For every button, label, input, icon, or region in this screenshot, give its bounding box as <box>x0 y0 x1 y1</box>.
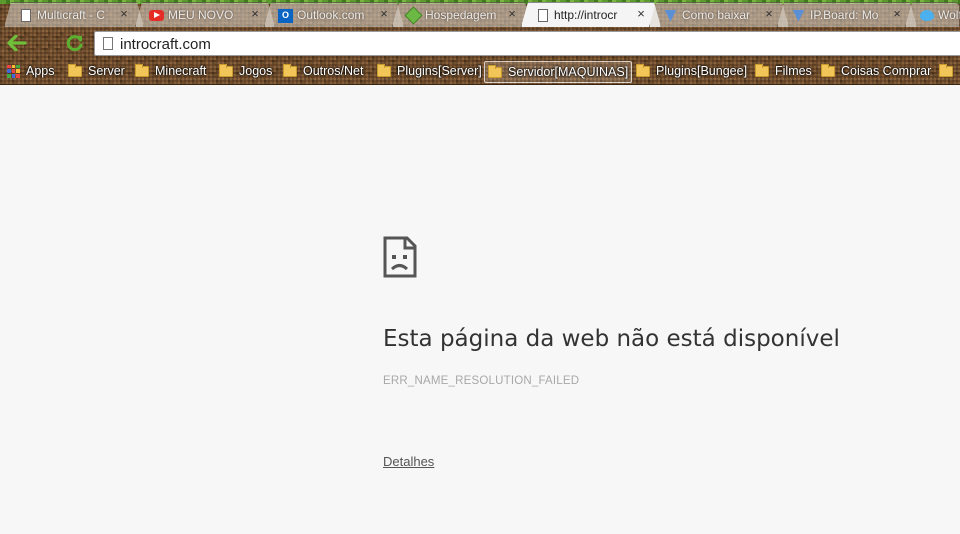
bookmarks-bar: Apps Server Minecraft Jogos Outros/Net P… <box>0 59 960 83</box>
bookmark-server[interactable]: Server <box>65 61 125 81</box>
document-icon <box>535 8 550 23</box>
folder-icon <box>636 63 650 77</box>
bookmark-label: Filmes <box>775 64 812 78</box>
browser-chrome: Multicraft - C × MEU NOVO × O Outlook.co… <box>0 0 960 85</box>
bookmark-filmes[interactable]: Filmes <box>752 61 812 81</box>
folder-icon <box>939 63 953 77</box>
tab-meu-novo[interactable]: MEU NOVO × <box>135 2 275 27</box>
url-text[interactable]: introcraft.com <box>120 36 211 53</box>
bookmark-label: Apps <box>26 64 55 78</box>
folder-icon <box>219 63 233 77</box>
bookmark-label: Minecraft <box>155 64 207 78</box>
bookmark-label: Servidor[MAQUINAS] <box>508 65 629 79</box>
twitter-icon <box>919 8 934 23</box>
reload-icon <box>66 35 83 52</box>
close-icon[interactable]: × <box>505 7 519 21</box>
tab-title: Wolf <box>938 8 960 22</box>
folder-icon <box>377 63 391 77</box>
close-icon[interactable]: × <box>117 7 131 21</box>
bookmark-plugins-server[interactable]: Plugins[Server] <box>374 61 482 81</box>
tab-wolf[interactable]: Wolf <box>905 2 960 27</box>
close-icon[interactable]: × <box>890 7 904 21</box>
back-button[interactable] <box>6 33 28 53</box>
bookmark-label: Plugins[Server] <box>397 64 482 78</box>
bookmark-minecraft[interactable]: Minecraft <box>132 61 206 81</box>
minecraft-block-icon <box>406 8 421 23</box>
youtube-icon <box>149 8 164 23</box>
bookmark-label: Coisas Comprar <box>841 64 932 78</box>
tab-outlook[interactable]: O Outlook.com × <box>264 2 404 27</box>
bookmark-plugins-bungee[interactable]: Plugins[Bungee] <box>633 61 747 81</box>
close-icon[interactable]: × <box>762 7 776 21</box>
error-code: ERR_NAME_RESOLUTION_FAILED <box>383 375 580 387</box>
folder-icon <box>68 63 82 77</box>
tab-title: Outlook.com <box>297 8 365 22</box>
error-title: Esta página da web não está disponível <box>383 326 840 352</box>
ipboard-icon <box>791 8 806 23</box>
folder-icon <box>135 63 149 77</box>
folder-icon <box>755 63 769 77</box>
details-link[interactable]: Detalhes <box>383 454 434 469</box>
bookmark-label: Outros/Net <box>303 64 364 78</box>
toolbar: introcraft.com <box>0 28 960 58</box>
bookmark-apps[interactable]: Apps <box>4 61 55 81</box>
outlook-icon: O <box>278 8 293 23</box>
bookmark-label: Server <box>88 64 125 78</box>
close-icon[interactable]: × <box>634 7 648 21</box>
tab-como-baixar[interactable]: Como baixar × <box>649 2 789 27</box>
bookmark-more[interactable] <box>936 61 959 81</box>
folder-icon <box>283 63 297 77</box>
apps-icon <box>7 64 20 78</box>
address-bar[interactable]: introcraft.com <box>94 31 960 56</box>
back-arrow-icon <box>7 35 27 51</box>
tab-hospedagem[interactable]: Hospedagem × <box>392 2 532 27</box>
tab-introcraft[interactable]: http://introcr × <box>521 2 661 27</box>
close-icon[interactable]: × <box>248 7 262 21</box>
tab-title: Hospedagem <box>425 8 497 22</box>
tab-title: Multicraft - C <box>37 8 106 22</box>
tab-ipboard[interactable]: IP.Board: Mo × <box>777 2 917 27</box>
tab-title: MEU NOVO <box>168 8 234 22</box>
tab-title: http://introcr <box>554 8 618 22</box>
bookmark-label: Jogos <box>239 64 273 78</box>
document-icon <box>18 8 33 23</box>
sad-page-icon <box>383 236 417 278</box>
tab-multicraft[interactable]: Multicraft - C × <box>4 2 144 27</box>
reload-button[interactable] <box>64 33 86 53</box>
folder-icon <box>488 64 502 78</box>
tab-strip: Multicraft - C × MEU NOVO × O Outlook.co… <box>0 1 960 28</box>
bookmark-outros-net[interactable]: Outros/Net <box>280 61 363 81</box>
folder-icon <box>821 63 835 77</box>
close-icon[interactable]: × <box>377 7 391 21</box>
bookmark-label: Plugins[Bungee] <box>656 64 748 78</box>
bookmark-jogos[interactable]: Jogos <box>216 61 272 81</box>
bookmark-coisas-comprar[interactable]: Coisas Comprar <box>818 61 931 81</box>
page-icon <box>103 37 113 50</box>
ipboard-icon <box>663 8 678 23</box>
tab-title: IP.Board: Mo <box>810 8 879 22</box>
tab-title: Como baixar <box>682 8 751 22</box>
bookmark-servidor-maquinas[interactable]: Servidor[MAQUINAS] <box>484 61 633 83</box>
